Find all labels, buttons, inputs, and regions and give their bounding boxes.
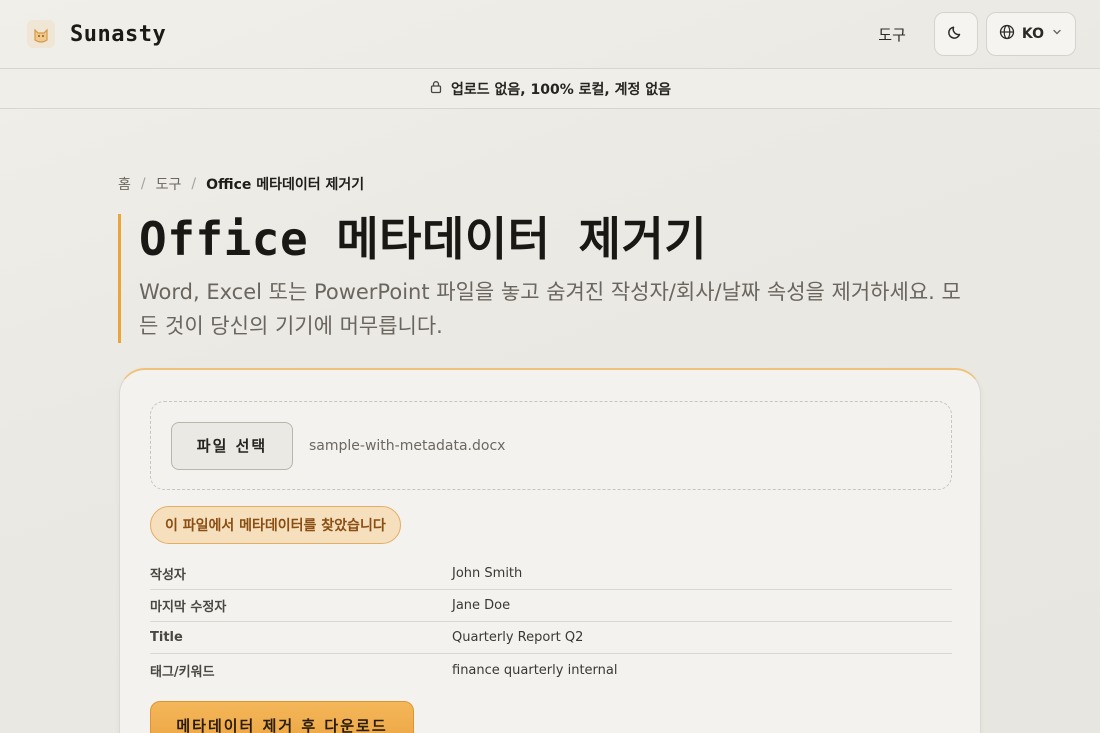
selected-file-name: sample-with-metadata.docx bbox=[309, 437, 506, 454]
globe-icon bbox=[999, 24, 1015, 44]
breadcrumb-home[interactable]: 홈 bbox=[118, 174, 131, 194]
page-title: Office 메타데이터 제거기 bbox=[139, 212, 708, 266]
metadata-key: 태그/키워드 bbox=[150, 664, 215, 680]
brand-link[interactable]: Sunasty bbox=[26, 19, 166, 49]
table-row: Title Quarterly Report Q2 bbox=[150, 622, 952, 654]
breadcrumb-current: Office 메타데이터 제거기 bbox=[206, 177, 365, 193]
metadata-value: Quarterly Report Q2 bbox=[452, 630, 584, 645]
page-subtitle: Word, Excel 또는 PowerPoint 파일을 놓고 숨겨진 작성자… bbox=[139, 279, 961, 338]
breadcrumb: 홈 / 도구 / Office 메타데이터 제거기 bbox=[118, 174, 364, 194]
breadcrumb-tools[interactable]: 도구 bbox=[156, 174, 182, 194]
file-dropzone[interactable]: 파일 선택 sample-with-metadata.docx bbox=[150, 401, 952, 490]
language-code: KO bbox=[1021, 26, 1044, 42]
tool-card: 파일 선택 sample-with-metadata.docx 이 파일에서 메… bbox=[119, 368, 981, 733]
cat-logo-icon bbox=[26, 19, 56, 49]
metadata-key: 마지막 수정자 bbox=[150, 600, 227, 615]
language-select[interactable]: KO bbox=[985, 12, 1076, 56]
table-row: 작성자 John Smith bbox=[150, 558, 952, 590]
nav-tools-link[interactable]: 도구 bbox=[878, 24, 906, 45]
theme-toggle-button[interactable] bbox=[933, 12, 978, 56]
privacy-banner-text: 업로드 없음, 100% 로컬, 계정 없음 bbox=[451, 81, 671, 98]
brand-name: Sunasty bbox=[70, 21, 167, 47]
chevron-down-icon bbox=[1051, 26, 1063, 42]
table-row: 태그/키워드 finance quarterly internal bbox=[150, 654, 952, 686]
hero-section: Office 메타데이터 제거기 Word, Excel 또는 PowerPoi… bbox=[118, 214, 988, 343]
breadcrumb-separator: / bbox=[191, 176, 197, 192]
metadata-value: John Smith bbox=[452, 566, 523, 581]
metadata-key: Title bbox=[150, 630, 183, 645]
privacy-banner: 업로드 없음, 100% 로컬, 계정 없음 bbox=[0, 68, 1100, 109]
strip-and-download-button[interactable]: 메타데이터 제거 후 다운로드 bbox=[150, 701, 414, 733]
metadata-key: 작성자 bbox=[150, 568, 186, 583]
top-header: Sunasty 도구 KO bbox=[0, 0, 1100, 68]
metadata-table: 작성자 John Smith 마지막 수정자 Jane Doe Title Qu… bbox=[150, 558, 952, 686]
lock-icon bbox=[429, 80, 443, 98]
metadata-value: finance quarterly internal bbox=[452, 662, 618, 678]
choose-file-button[interactable]: 파일 선택 bbox=[171, 421, 293, 470]
metadata-value: Jane Doe bbox=[452, 598, 511, 613]
breadcrumb-separator: / bbox=[140, 176, 146, 192]
table-row: 마지막 수정자 Jane Doe bbox=[150, 590, 952, 622]
metadata-found-badge: 이 파일에서 메타데이터를 찾았습니다 bbox=[150, 506, 401, 544]
moon-icon bbox=[947, 24, 964, 44]
